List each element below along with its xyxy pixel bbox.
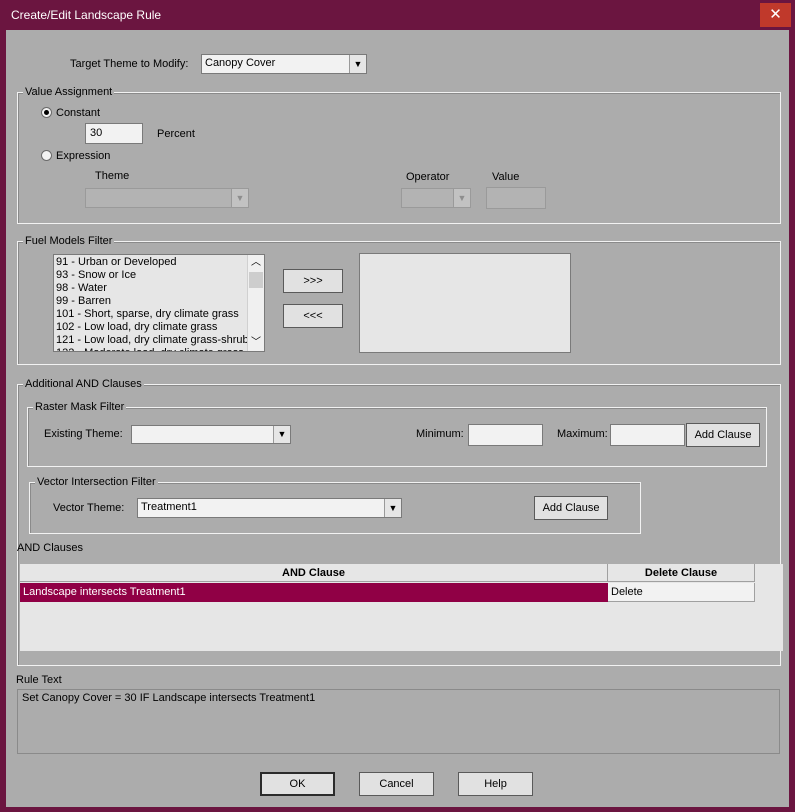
raster-add-clause-button[interactable]: Add Clause: [686, 423, 760, 447]
scroll-down-icon[interactable]: ﹀: [248, 335, 264, 351]
list-item[interactable]: 101 - Short, sparse, dry climate grass: [54, 308, 247, 321]
target-theme-label: Target Theme to Modify:: [70, 58, 189, 70]
list-item[interactable]: 99 - Barren: [54, 295, 247, 308]
ok-button[interactable]: OK: [260, 772, 335, 796]
rule-text-value: Set Canopy Cover = 30 IF Landscape inter…: [22, 692, 316, 704]
fuel-models-title: Fuel Models Filter: [23, 235, 115, 247]
expression-radio[interactable]: [41, 150, 52, 161]
title-bar: Create/Edit Landscape Rule ✕: [0, 0, 795, 30]
existing-theme-label: Existing Theme:: [44, 428, 123, 440]
constant-value-input[interactable]: 30: [85, 123, 143, 144]
radio-selected-dot: [44, 110, 49, 115]
cancel-button[interactable]: Cancel: [359, 772, 434, 796]
chevron-down-icon: ▼: [231, 189, 248, 207]
existing-theme-select[interactable]: ▼: [131, 425, 291, 444]
and-clause-column-header[interactable]: AND Clause: [20, 564, 608, 582]
value-label: Value: [492, 171, 520, 183]
constant-value-text: 30: [90, 127, 103, 139]
list-item[interactable]: 121 - Low load, dry climate grass-shrub: [54, 334, 249, 347]
vector-theme-select[interactable]: Treatment1 ▼: [137, 498, 402, 518]
window-title: Create/Edit Landscape Rule: [11, 8, 162, 22]
maximum-input[interactable]: [610, 424, 685, 446]
rule-text-label: Rule Text: [16, 674, 62, 686]
list-item[interactable]: 93 - Snow or Ice: [54, 269, 247, 282]
dialog-body: Target Theme to Modify: Canopy Cover ▼ V…: [6, 30, 789, 807]
close-icon: ✕: [769, 6, 782, 23]
theme-label: Theme: [95, 170, 130, 182]
chevron-down-icon: ▼: [384, 499, 401, 517]
list-item[interactable]: 91 - Urban or Developed: [54, 256, 247, 269]
expression-value-input[interactable]: [486, 187, 546, 209]
chevron-down-icon: ▼: [453, 189, 470, 207]
scroll-thumb[interactable]: [249, 272, 263, 288]
operator-label: Operator: [406, 171, 450, 183]
fuel-models-items: 91 - Urban or Developed 93 - Snow or Ice 9…: [54, 256, 249, 351]
constant-label: Constant: [56, 107, 101, 119]
fuel-models-scrollbar[interactable]: ︿ ﹀: [247, 255, 264, 351]
delete-clause-button[interactable]: Delete: [608, 583, 755, 602]
vector-theme-label: Vector Theme:: [53, 502, 125, 514]
list-item[interactable]: 122 - Moderate load, dry climate grass: [54, 347, 247, 351]
chevron-down-icon: ▼: [349, 55, 366, 73]
constant-radio[interactable]: [41, 107, 52, 118]
raster-mask-title: Raster Mask Filter: [33, 401, 127, 413]
vector-theme-value: Treatment1: [141, 501, 197, 513]
additional-and-title: Additional AND Clauses: [23, 378, 144, 390]
vector-add-clause-button[interactable]: Add Clause: [534, 496, 608, 520]
scroll-up-icon[interactable]: ︿: [248, 255, 264, 271]
percent-label: Percent: [157, 128, 195, 140]
fuel-models-list[interactable]: 91 - Urban or Developed 93 - Snow or Ice 9…: [53, 254, 265, 352]
selected-fuel-models-list[interactable]: [359, 253, 571, 353]
remove-fuel-model-button[interactable]: <<<: [283, 304, 343, 328]
close-button[interactable]: ✕: [760, 3, 791, 27]
vector-filter-title: Vector Intersection Filter: [35, 476, 158, 488]
and-clauses-label: AND Clauses: [17, 542, 84, 554]
help-button[interactable]: Help: [458, 772, 533, 796]
target-theme-value: Canopy Cover: [205, 57, 276, 69]
minimum-label: Minimum:: [416, 428, 464, 440]
list-item[interactable]: 98 - Water: [54, 282, 247, 295]
and-clause-cell[interactable]: Landscape intersects Treatment1: [20, 583, 608, 602]
rule-text-box[interactable]: Set Canopy Cover = 30 IF Landscape inter…: [17, 689, 780, 754]
delete-clause-column-header[interactable]: Delete Clause: [608, 564, 755, 582]
add-fuel-model-button[interactable]: >>>: [283, 269, 343, 293]
expression-theme-select[interactable]: ▼: [85, 188, 249, 208]
list-item[interactable]: 102 - Low load, dry climate grass: [54, 321, 247, 334]
expression-label: Expression: [56, 150, 111, 162]
operator-select[interactable]: ▼: [401, 188, 471, 208]
target-theme-select[interactable]: Canopy Cover ▼: [201, 54, 367, 74]
value-assignment-title: Value Assignment: [23, 86, 115, 98]
maximum-label: Maximum:: [557, 428, 608, 440]
and-clauses-grid: AND Clause Delete Clause Landscape inter…: [20, 564, 783, 651]
chevron-down-icon: ▼: [273, 426, 290, 443]
minimum-input[interactable]: [468, 424, 543, 446]
